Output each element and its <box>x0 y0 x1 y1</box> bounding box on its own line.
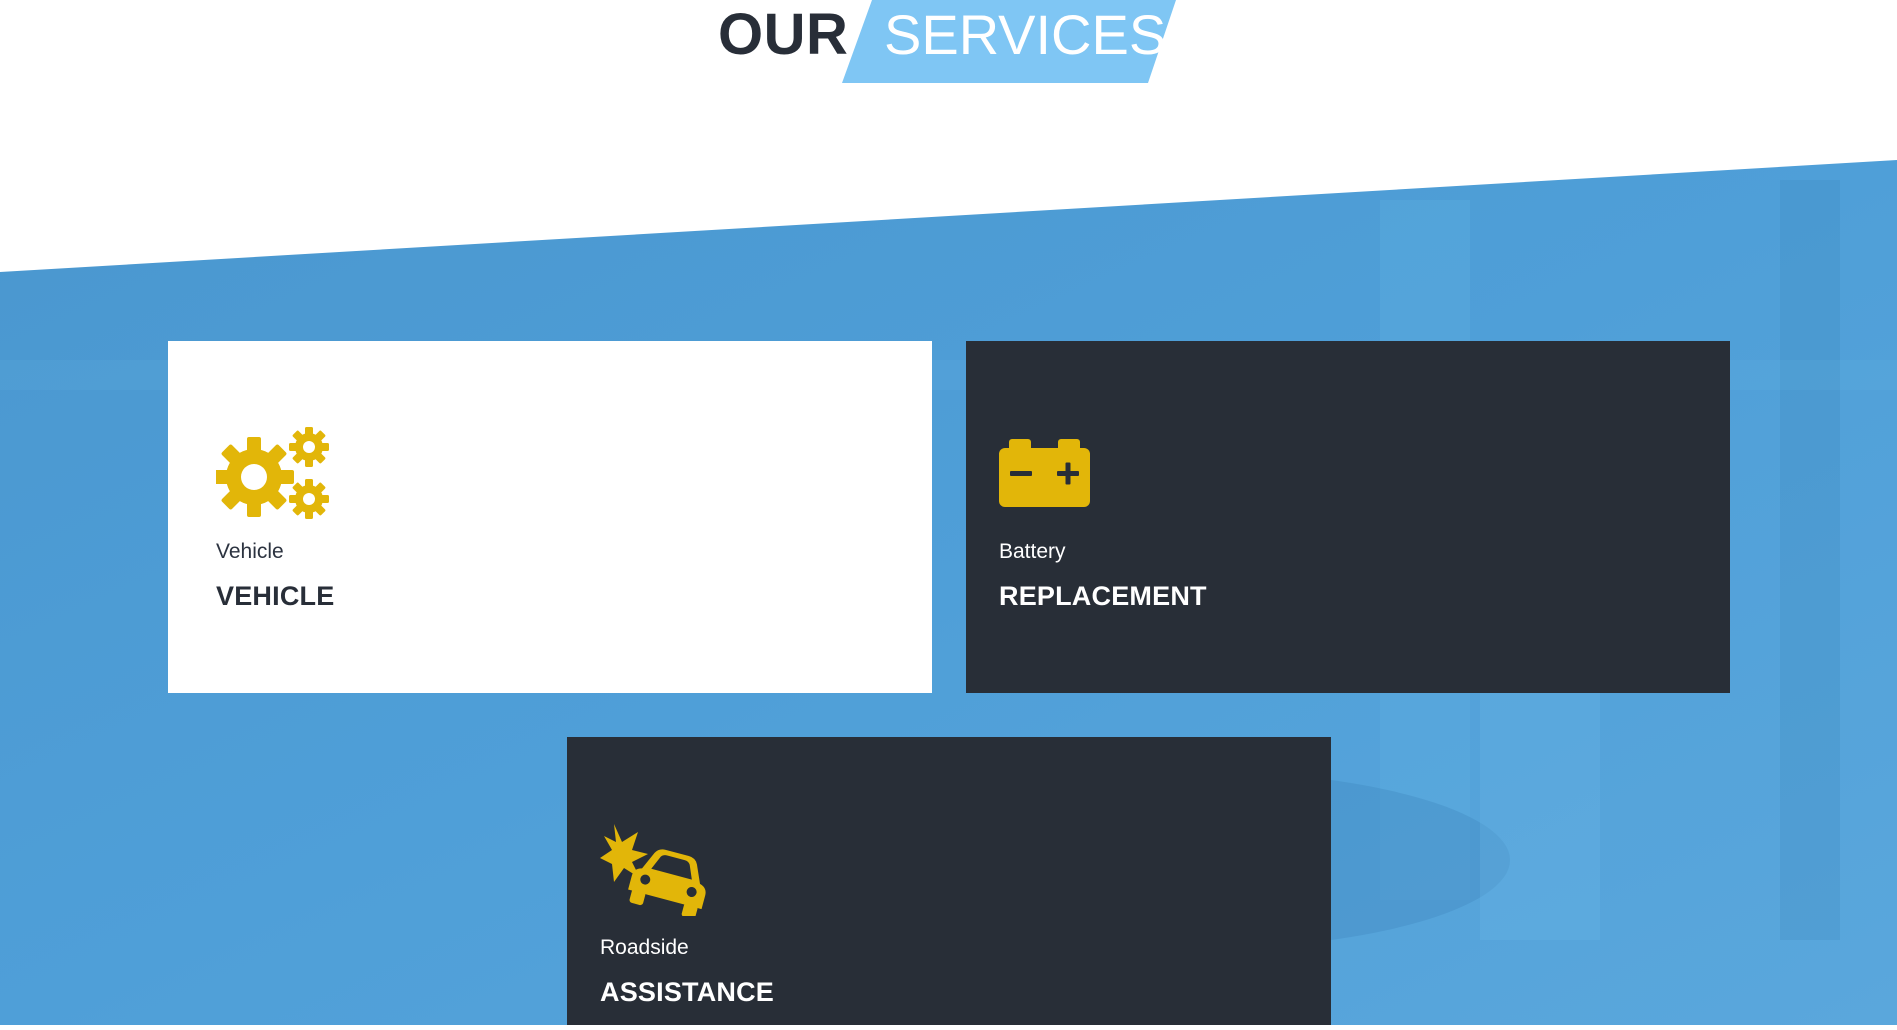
section-heading: OUR SERVICES <box>0 0 1897 84</box>
service-subtitle: Vehicle <box>216 540 284 563</box>
service-title: ASSISTANCE <box>600 977 775 1007</box>
gears-icon <box>214 427 330 519</box>
service-subtitle: Battery <box>999 540 1066 563</box>
heading-services: SERVICES <box>884 3 1167 66</box>
battery-icon <box>999 439 1090 507</box>
service-title: VEHICLE <box>216 581 335 611</box>
service-subtitle: Roadside <box>600 936 689 959</box>
service-card-vehicle[interactable]: Vehicle VEHICLE <box>168 341 932 693</box>
service-title: REPLACEMENT <box>999 581 1207 611</box>
heading-our: OUR <box>718 2 849 67</box>
service-card-battery[interactable]: Battery REPLACEMENT <box>966 341 1730 693</box>
car-crash-icon <box>600 824 714 920</box>
service-card-roadside[interactable]: Roadside ASSISTANCE <box>567 737 1331 1025</box>
